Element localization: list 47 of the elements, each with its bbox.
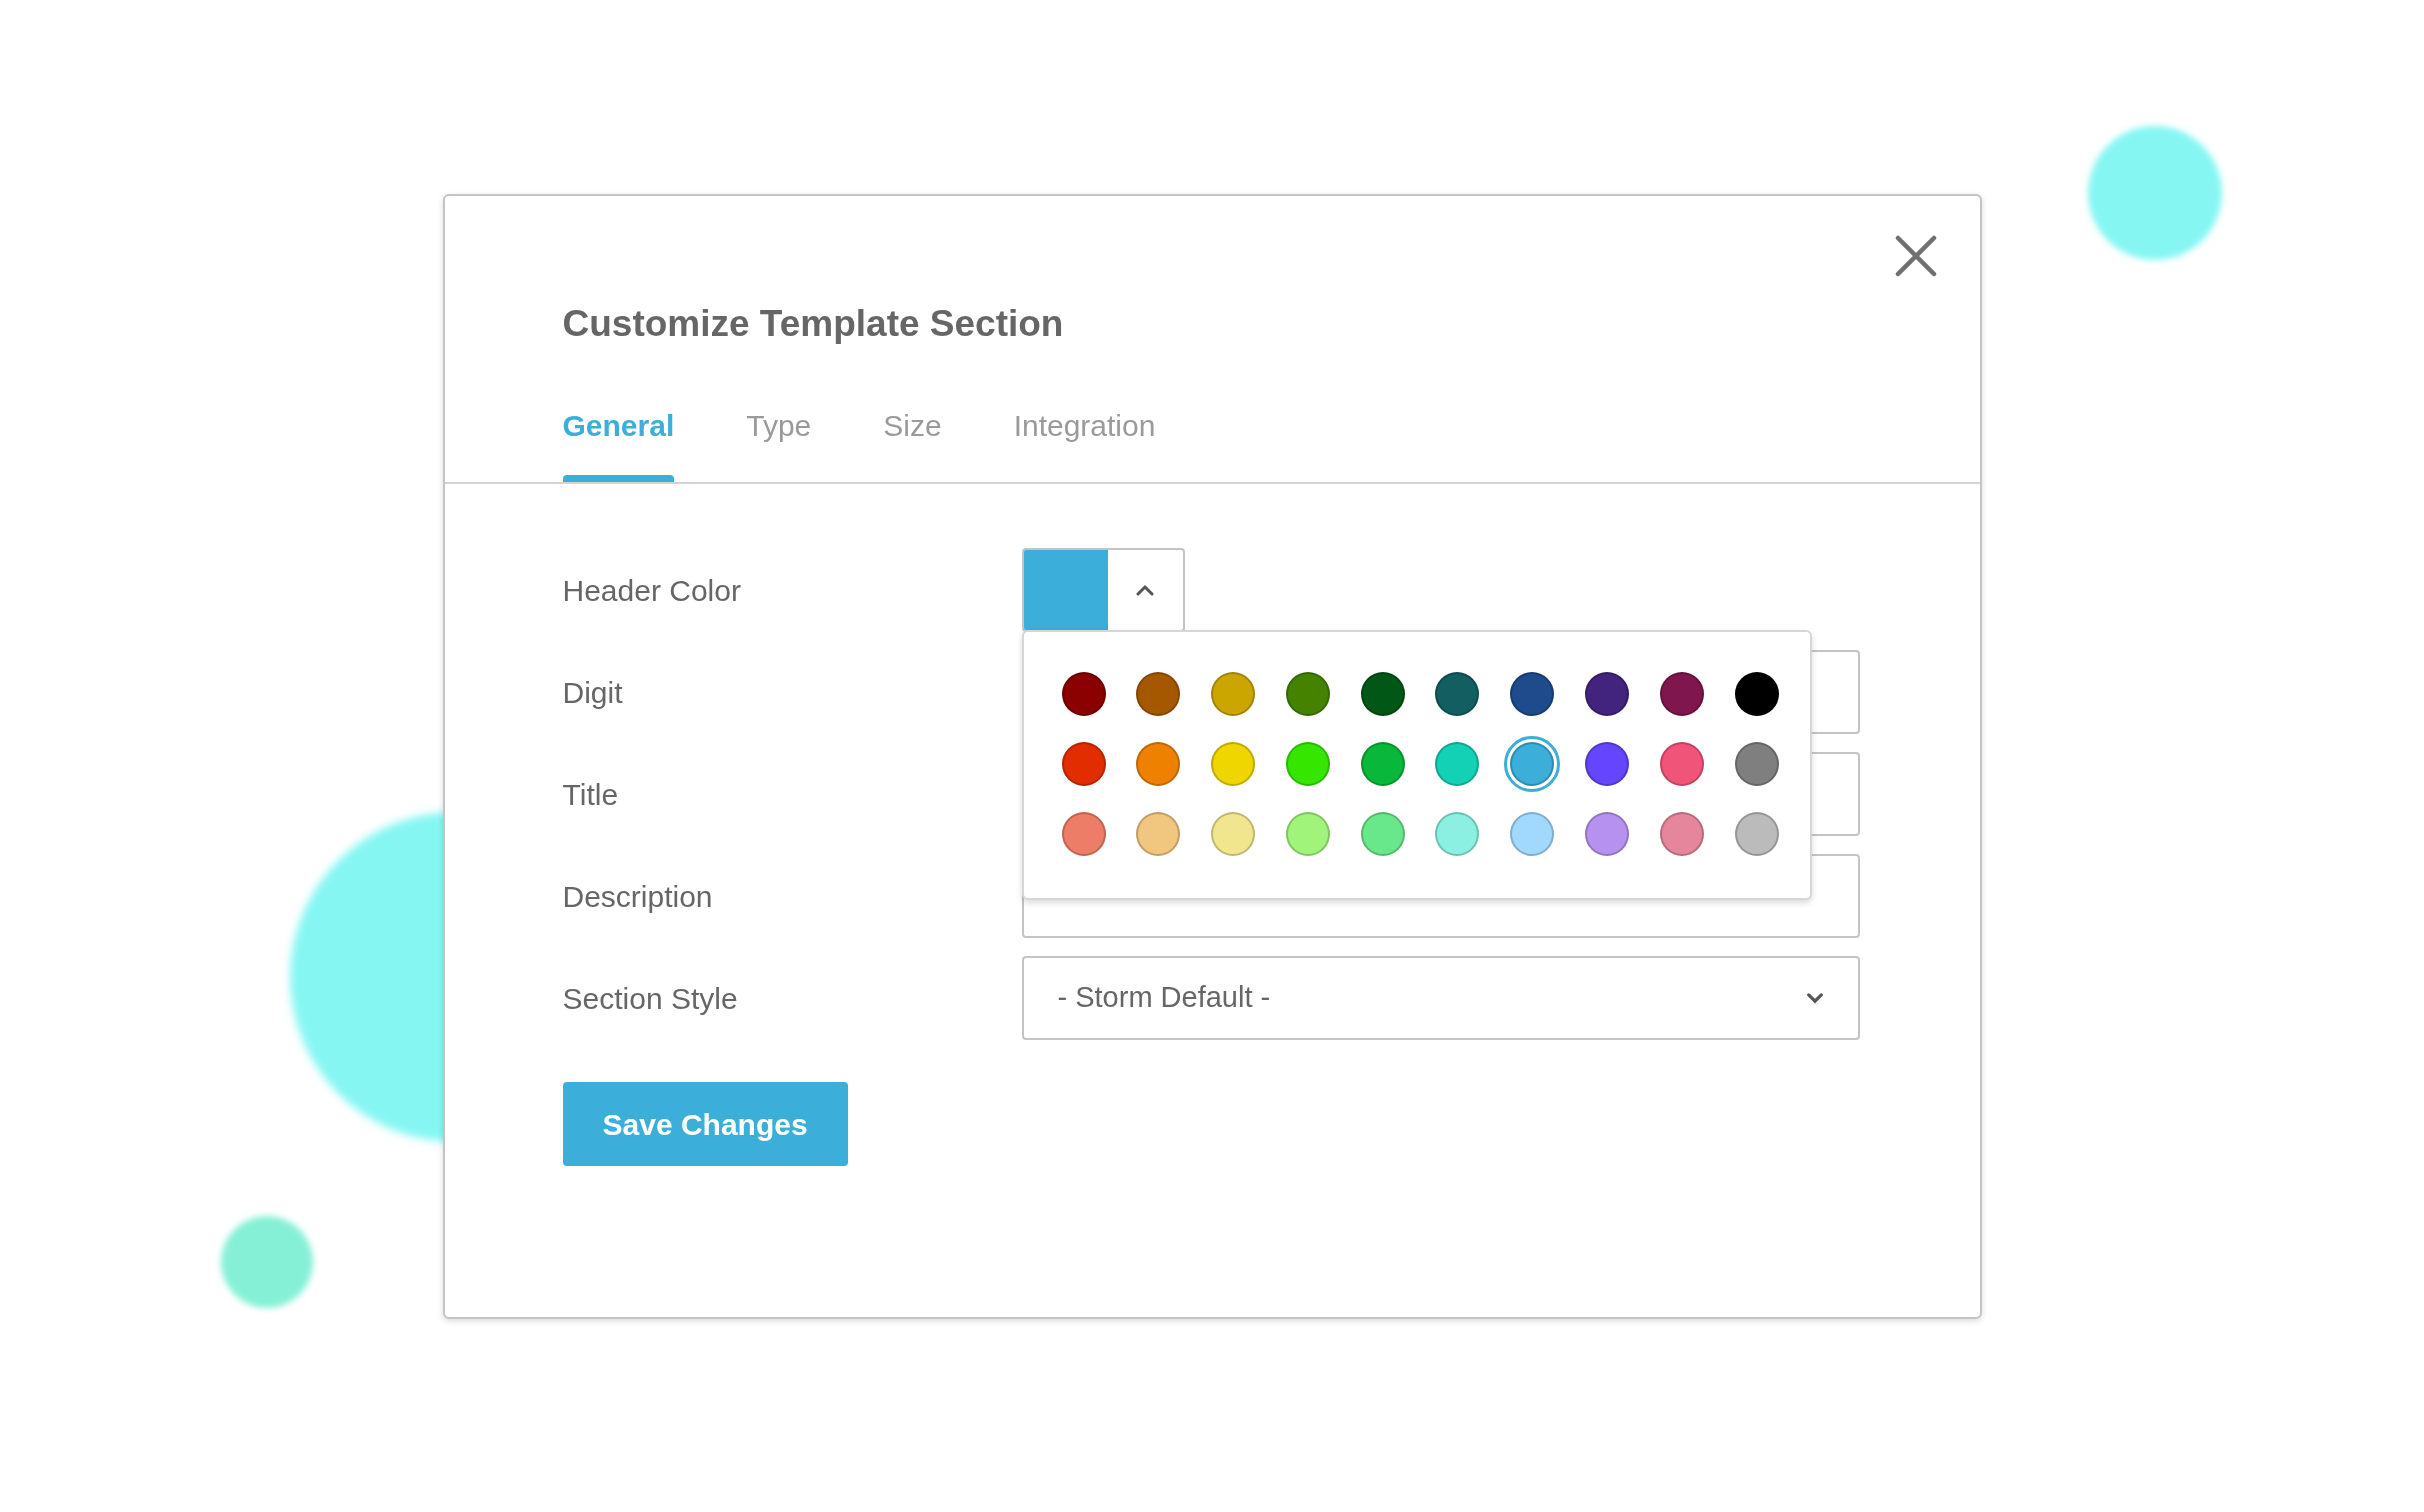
color-swatch[interactable]	[1510, 672, 1555, 716]
dialog-title: Customize Template Section	[562, 301, 1064, 346]
color-swatch[interactable]	[1061, 672, 1106, 716]
color-swatch[interactable]	[1734, 812, 1779, 856]
color-swatch[interactable]	[1360, 742, 1405, 786]
color-swatch[interactable]	[1285, 672, 1330, 716]
color-swatch[interactable]	[1435, 812, 1480, 856]
color-swatch[interactable]	[1211, 812, 1256, 856]
chevron-down-icon	[1805, 992, 1824, 1004]
tab[interactable]: General	[562, 403, 675, 482]
close-button[interactable]	[1893, 233, 1938, 278]
tab[interactable]: Size	[883, 403, 942, 482]
caret-icon	[1135, 584, 1155, 596]
field-label: Title	[562, 776, 620, 813]
color-swatch[interactable]	[1360, 672, 1405, 716]
color-swatch[interactable]	[1659, 812, 1704, 856]
input-field[interactable]	[1021, 854, 1860, 938]
color-swatch[interactable]	[1211, 742, 1256, 786]
color-swatch[interactable]	[1435, 672, 1480, 716]
color-swatch[interactable]	[1734, 742, 1779, 786]
color-swatch[interactable]	[1659, 672, 1704, 716]
color-swatch[interactable]	[1136, 672, 1181, 716]
color-swatch[interactable]	[1435, 742, 1480, 786]
color-swatch[interactable]	[1360, 812, 1405, 856]
close-icon	[1893, 233, 1938, 278]
color-swatch[interactable]	[1061, 742, 1106, 786]
color-swatch[interactable]	[1510, 812, 1555, 856]
save-changes-button[interactable]: Save Changes	[562, 1082, 848, 1166]
color-swatch[interactable]	[1136, 812, 1181, 856]
field-label: Section Style	[562, 980, 739, 1017]
field-label: Digit	[562, 674, 624, 711]
color-swatch[interactable]	[1734, 672, 1779, 716]
color-swatch[interactable]	[1585, 812, 1630, 856]
tab[interactable]: Type	[746, 403, 812, 482]
field-label: Description	[562, 878, 714, 915]
color-swatch[interactable]	[1211, 672, 1256, 716]
tab[interactable]: Integration	[1013, 403, 1156, 482]
color-swatch[interactable]	[1285, 812, 1330, 856]
color-swatch[interactable]	[1285, 742, 1330, 786]
color-swatch[interactable]	[1061, 812, 1106, 856]
color-swatch[interactable]	[1659, 742, 1704, 786]
color-swatch[interactable]	[1136, 742, 1181, 786]
color-swatch[interactable]	[1585, 672, 1630, 716]
color-swatch[interactable]	[1585, 742, 1630, 786]
color-picker-button[interactable]	[1021, 548, 1185, 632]
field-label: Header Color	[562, 572, 742, 609]
style-dropdown[interactable]: - Storm Default -	[1021, 956, 1860, 1040]
